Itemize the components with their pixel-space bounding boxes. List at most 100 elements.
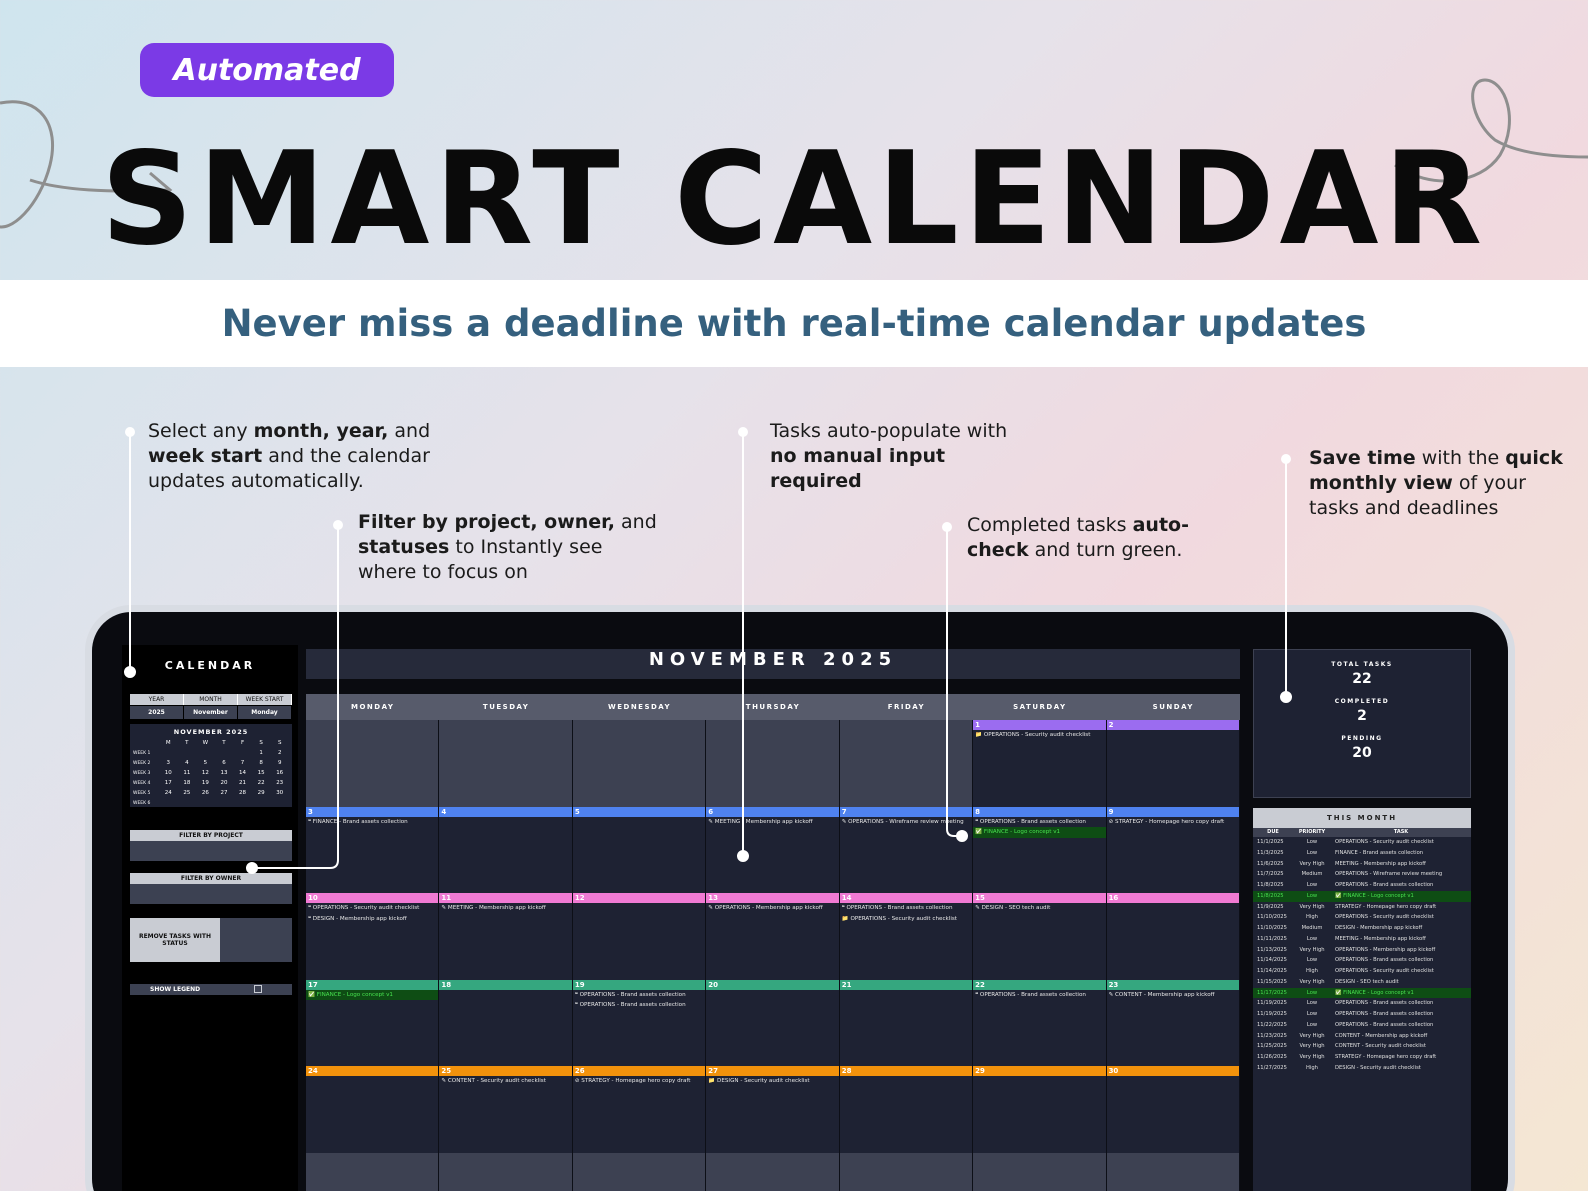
day-cell[interactable]: 30 [1106,1066,1240,1153]
show-legend-toggle[interactable]: SHOW LEGEND [130,984,292,995]
mini-day[interactable]: 3 [159,758,178,768]
day-cell[interactable]: 11 ✎ MEETING - Membership app kickoff [439,893,573,980]
mini-day[interactable]: 11 [178,768,197,778]
this-month-row[interactable]: 11/27/2025 High DESIGN - Security audit ch… [1253,1063,1471,1074]
remove-status-filter[interactable]: REMOVE TASKS WITH STATUS [130,918,292,962]
day-cell[interactable] [706,720,840,807]
filter-owner-select[interactable] [130,884,292,904]
day-cell[interactable]: 21 [839,979,974,1066]
task-item[interactable]: ✅ FINANCE - Logo concept v1 [973,827,1106,838]
mini-day[interactable]: 2 [270,748,289,758]
task-item[interactable]: 📁 OPERATIONS - Security audit checklist [973,730,1105,741]
day-cell[interactable]: 7 ✎ OPERATIONS - Wireframe review meeting [839,806,974,893]
day-cell[interactable] [572,720,707,807]
mini-day[interactable]: 25 [178,788,197,798]
day-cell[interactable]: 22 ❝ OPERATIONS - Brand assets collection [973,979,1107,1066]
mini-day[interactable]: 28 [233,788,252,798]
mini-day[interactable]: 26 [196,788,215,798]
task-item[interactable]: ❝ OPERATIONS - Brand assets collection [840,903,972,914]
mini-day[interactable] [196,798,215,808]
year-select[interactable]: 2025 [130,706,184,719]
this-month-row[interactable]: 11/8/2025 Low OPERATIONS - Brand assets co… [1253,880,1471,891]
task-item[interactable]: 📁 OPERATIONS - Security audit checklist [840,914,972,925]
week-start-select[interactable]: Monday [238,706,292,719]
mini-day[interactable] [233,748,252,758]
this-month-row[interactable]: 11/13/2025 Very High OPERATIONS - Membersh… [1253,945,1471,956]
day-cell[interactable]: 19 ❝ OPERATIONS - Brand assets collection… [572,979,707,1066]
mini-day[interactable]: 12 [196,768,215,778]
task-item[interactable]: ❝ OPERATIONS - Security audit checklist [306,903,438,914]
this-month-row[interactable]: 11/15/2025 Very High DESIGN - SEO tech aud… [1253,977,1471,988]
this-month-row[interactable]: 11/7/2025 Medium OPERATIONS - Wireframe re… [1253,869,1471,880]
this-month-row[interactable]: 11/26/2025 Very High STRATEGY - Homepage h… [1253,1052,1471,1063]
this-month-row[interactable]: 11/3/2025 Low FINANCE - Brand assets colle… [1253,848,1471,859]
task-item[interactable]: ⊘ STRATEGY - Homepage hero copy draft [1107,817,1239,828]
task-item[interactable]: ❝ OPERATIONS - Brand assets collection [973,817,1105,828]
day-cell[interactable]: 25 ✎ CONTENT - Security audit checklist [439,1066,573,1153]
mini-day[interactable]: 30 [270,788,289,798]
day-cell[interactable]: 4 [439,806,573,893]
day-cell[interactable]: 18 [439,979,573,1066]
month-select[interactable]: November [184,706,238,719]
this-month-row[interactable]: 11/23/2025 Very High CONTENT - Membership … [1253,1031,1471,1042]
this-month-row[interactable]: 11/22/2025 Low OPERATIONS - Brand assets c… [1253,1020,1471,1031]
this-month-row[interactable]: 11/14/2025 Low OPERATIONS - Brand assets c… [1253,955,1471,966]
legend-checkbox[interactable] [254,985,262,993]
mini-day[interactable] [215,798,234,808]
remove-status-select[interactable] [220,918,292,962]
mini-day[interactable] [178,748,197,758]
task-item[interactable]: ✎ MEETING - Membership app kickoff [706,817,838,828]
mini-day[interactable] [178,798,197,808]
day-cell[interactable]: 8 ❝ OPERATIONS - Brand assets collection ✅… [973,806,1107,893]
mini-day[interactable]: 6 [215,758,234,768]
this-month-row[interactable]: 11/6/2025 Very High MEETING - Membership a… [1253,859,1471,870]
this-month-row[interactable]: 11/11/2025 Low MEETING - Membership app ki… [1253,934,1471,945]
day-cell[interactable]: 23 ✎ CONTENT - Membership app kickoff [1106,979,1240,1066]
day-cell[interactable]: 16 [1106,893,1240,980]
day-cell[interactable]: 2 [1106,720,1240,807]
mini-day[interactable]: 16 [270,768,289,778]
task-item[interactable]: ❝ OPERATIONS - Brand assets collection [973,990,1105,1001]
task-item[interactable]: ✎ MEETING - Membership app kickoff [439,903,571,914]
this-month-row[interactable]: 11/14/2025 High OPERATIONS - Security audi… [1253,966,1471,977]
mini-day[interactable] [159,748,178,758]
this-month-row[interactable]: 11/19/2025 Low OPERATIONS - Brand assets c… [1253,998,1471,1009]
mini-day[interactable]: 15 [252,768,271,778]
mini-day[interactable]: 7 [233,758,252,768]
day-cell[interactable] [306,720,440,807]
this-month-row[interactable]: 11/10/2025 High OPERATIONS - Security audi… [1253,912,1471,923]
mini-day[interactable] [252,798,271,808]
mini-day[interactable]: 8 [252,758,271,768]
this-month-row[interactable]: 11/8/2025 Low ✅ FINANCE - Logo concept v1 [1253,890,1471,902]
day-cell[interactable]: 1 📁 OPERATIONS - Security audit checklist [973,720,1107,807]
day-cell[interactable]: 29 [973,1066,1107,1153]
day-cell[interactable]: 14 ❝ OPERATIONS - Brand assets collection… [839,893,974,980]
mini-day[interactable]: 24 [159,788,178,798]
day-cell[interactable]: 3 ❝ FINANCE - Brand assets collection [306,806,440,893]
mini-day[interactable] [159,798,178,808]
day-cell[interactable]: 10 ❝ OPERATIONS - Security audit checklis… [306,893,440,980]
task-item[interactable]: ✎ OPERATIONS - Wireframe review meeting [840,817,972,828]
mini-day[interactable]: 9 [270,758,289,768]
mini-day[interactable]: 1 [252,748,271,758]
filter-project-select[interactable] [130,841,292,861]
this-month-row[interactable]: 11/10/2025 Medium DESIGN - Membership app … [1253,923,1471,934]
task-item[interactable]: ⊘ STRATEGY - Homepage hero copy draft [573,1076,705,1087]
mini-day[interactable]: 14 [233,768,252,778]
day-cell[interactable] [839,720,974,807]
mini-day[interactable] [233,798,252,808]
day-cell[interactable]: 9 ⊘ STRATEGY - Homepage hero copy draft [1106,806,1240,893]
this-month-row[interactable]: 11/1/2025 Low OPERATIONS - Security audit … [1253,837,1471,848]
this-month-row[interactable]: 11/17/2025 Low ✅ FINANCE - Logo concept v1 [1253,987,1471,999]
mini-day[interactable]: 29 [252,788,271,798]
task-item[interactable]: ❝ DESIGN - Membership app kickoff [306,914,438,925]
day-cell[interactable] [439,720,573,807]
day-cell[interactable]: 24 [306,1066,440,1153]
day-cell[interactable]: 27 📁 DESIGN - Security audit checklist [706,1066,840,1153]
mini-day[interactable] [196,748,215,758]
mini-day[interactable]: 19 [196,778,215,788]
mini-day[interactable]: 5 [196,758,215,768]
task-item[interactable]: ✎ OPERATIONS - Membership app kickoff [706,903,838,914]
task-item[interactable]: ❝ OPERATIONS - Brand assets collection [573,990,705,1001]
mini-day[interactable]: 23 [270,778,289,788]
